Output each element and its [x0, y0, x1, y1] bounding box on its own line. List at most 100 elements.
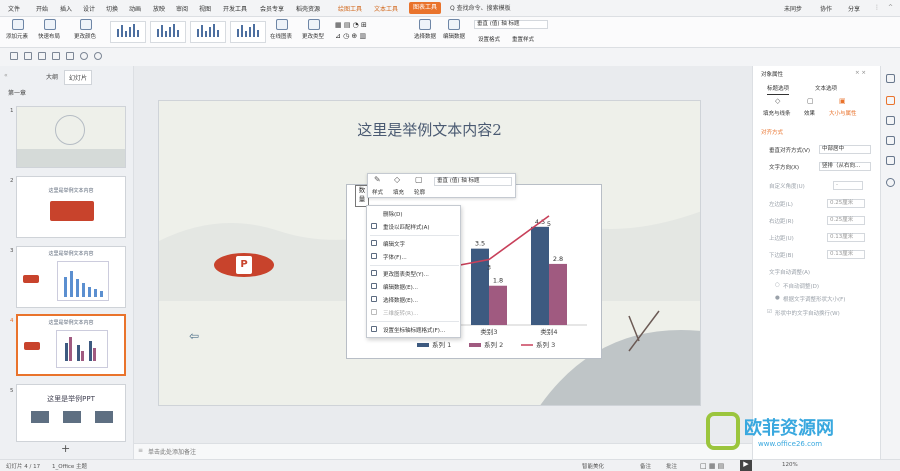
sync-status[interactable]: 未同步 [784, 4, 802, 13]
set-format-button[interactable]: 设置格式 [478, 35, 500, 43]
transition-icon[interactable] [886, 156, 895, 165]
view-icons[interactable]: □ ▦ ▤ [700, 462, 724, 470]
menu-home[interactable]: 开始 [36, 4, 48, 13]
change-type-icon[interactable] [308, 19, 320, 30]
menu-edit-data[interactable]: 编辑数据(E)... [383, 283, 418, 291]
chart-style-1[interactable] [110, 21, 146, 43]
quick-layout-button[interactable]: 快速布局 [38, 32, 60, 40]
outline-button[interactable]: 轮廓 [414, 188, 425, 196]
subtab-size-property[interactable]: 大小与属性 [829, 109, 857, 117]
search-input[interactable]: Q 查找命令、搜索模板 [450, 3, 520, 12]
notes-placeholder[interactable]: 单击此处添加备注 [148, 447, 196, 456]
menu-change-chart-type[interactable]: 更改图表类型(Y)... [383, 270, 429, 278]
menu-developer[interactable]: 开发工具 [223, 4, 247, 13]
effect-icon[interactable]: ▢ [807, 97, 814, 105]
chart-style-4[interactable] [230, 21, 266, 43]
menu-design[interactable]: 设计 [83, 4, 95, 13]
reset-style-button[interactable]: 重置样式 [512, 35, 534, 43]
add-element-icon[interactable] [12, 19, 24, 30]
comments-button[interactable]: 批注 [666, 462, 677, 470]
text-dir-select[interactable]: 竖排（从右向... [819, 162, 871, 171]
slide-thumb-1[interactable] [16, 106, 126, 168]
online-chart-button[interactable]: 在线图表 [270, 32, 292, 40]
menu-member[interactable]: 会员专享 [260, 4, 284, 13]
notes-pane[interactable]: ≡ 单击此处添加备注 [134, 443, 752, 459]
menu-view[interactable]: 视图 [199, 4, 211, 13]
menu-format-axis-title[interactable]: 设置坐标轴标题格式(F)... [383, 326, 445, 334]
format-painter-icon[interactable] [66, 52, 74, 60]
menu-review[interactable]: 审阅 [176, 4, 188, 13]
notes-button[interactable]: 备注 [640, 462, 651, 470]
menu-edit-text[interactable]: 编辑文字 [383, 240, 405, 248]
fill-icon[interactable]: ◇ [394, 175, 400, 184]
save-icon[interactable] [10, 52, 18, 60]
slide-thumb-5[interactable]: 这里是举例PPT [16, 384, 126, 442]
undo-icon[interactable] [80, 52, 88, 60]
select-data-button[interactable]: 选择数据 [414, 32, 436, 40]
change-color-icon[interactable] [80, 19, 92, 30]
outline-icon[interactable]: ▢ [415, 175, 423, 184]
menu-insert[interactable]: 插入 [60, 4, 72, 13]
fill-line-icon[interactable]: ◇ [775, 97, 780, 105]
animation-icon[interactable] [886, 116, 895, 125]
change-type-button[interactable]: 更改类型 [302, 32, 324, 40]
subtab-effect[interactable]: 效果 [804, 109, 815, 117]
brush-icon[interactable]: ✎ [374, 175, 381, 184]
select-data-icon[interactable] [419, 19, 431, 30]
fill-button[interactable]: 填充 [393, 188, 404, 196]
tab-slides[interactable]: 幻灯片 [64, 70, 93, 85]
property-icon[interactable] [886, 96, 895, 105]
zoom-level[interactable]: 120% [782, 462, 798, 468]
menu-docer[interactable]: 稻壳资源 [296, 4, 320, 13]
menu-delete[interactable]: 删除(D) [383, 210, 403, 218]
share-button[interactable]: 分享 [848, 4, 860, 13]
redo-icon[interactable] [94, 52, 102, 60]
menu-animation[interactable]: 动画 [129, 4, 141, 13]
chart-style-2[interactable] [150, 21, 186, 43]
element-select[interactable]: 垂直 (值) 轴 标题 [474, 20, 548, 29]
element-select-mini[interactable]: 垂直 (值) 轴 标题 [434, 177, 512, 186]
beautify-button[interactable]: 智能美化 [582, 462, 604, 470]
tab-text-options[interactable]: 文本选项 [815, 84, 837, 92]
tab-title-options[interactable]: 标题选项 [767, 84, 790, 95]
chart-small-icons[interactable]: ▦ ▤ ◔ ⊞ [335, 21, 367, 29]
edit-data-icon[interactable] [448, 19, 460, 30]
collapse-icon[interactable]: ^ [888, 4, 893, 11]
select-icon[interactable] [886, 74, 895, 83]
panel-close-icon[interactable]: × × [855, 70, 866, 76]
add-element-button[interactable]: 添加元素 [6, 32, 28, 40]
valign-select[interactable]: 中部居中 [819, 145, 871, 154]
slide-thumb-3[interactable]: 这里是举例文本内容 [16, 246, 126, 308]
online-chart-icon[interactable] [276, 19, 288, 30]
menu-slideshow[interactable]: 放映 [153, 4, 165, 13]
menu-text-tools[interactable]: 文本工具 [374, 4, 398, 13]
more-icon[interactable]: ⋮ [874, 4, 880, 11]
add-slide-icon[interactable]: + [61, 442, 70, 455]
play-icon[interactable]: ▶ [740, 460, 752, 471]
export-icon[interactable] [24, 52, 32, 60]
menu-select-data[interactable]: 选择数据(E)... [383, 296, 418, 304]
collaborate-button[interactable]: 协作 [820, 4, 832, 13]
change-color-button[interactable]: 更改颜色 [74, 32, 96, 40]
tab-outline[interactable]: 大纲 [46, 72, 58, 81]
style-button[interactable]: 样式 [372, 188, 383, 196]
slide-title[interactable]: 这里是举例文本内容2 [159, 119, 700, 140]
location-icon[interactable] [886, 178, 895, 187]
edit-data-button[interactable]: 编辑数据 [443, 32, 465, 40]
menu-font[interactable]: 字体(F)... [383, 253, 407, 261]
quick-layout-icon[interactable] [44, 19, 56, 30]
size-property-icon[interactable]: ▣ [839, 97, 846, 105]
slide-thumb-2[interactable]: 这里是举例文本内容 [16, 176, 126, 238]
collapse-panel-icon[interactable]: « [4, 72, 8, 79]
menu-chart-tools[interactable]: 图表工具 [409, 2, 441, 14]
preview-icon[interactable] [52, 52, 60, 60]
slide-thumb-4[interactable]: 这里是举例文本内容 [16, 314, 126, 376]
chart-style-3[interactable] [190, 21, 226, 43]
subtab-fill-line[interactable]: 填充与线条 [763, 109, 791, 117]
menu-reset-style[interactable]: 重设以匹配样式(A) [383, 223, 430, 231]
menu-transition[interactable]: 切换 [106, 4, 118, 13]
shape-icon[interactable] [886, 136, 895, 145]
print-icon[interactable] [38, 52, 46, 60]
menu-drawing-tools[interactable]: 绘图工具 [338, 4, 362, 13]
menu-file[interactable]: 文件 [8, 4, 20, 13]
